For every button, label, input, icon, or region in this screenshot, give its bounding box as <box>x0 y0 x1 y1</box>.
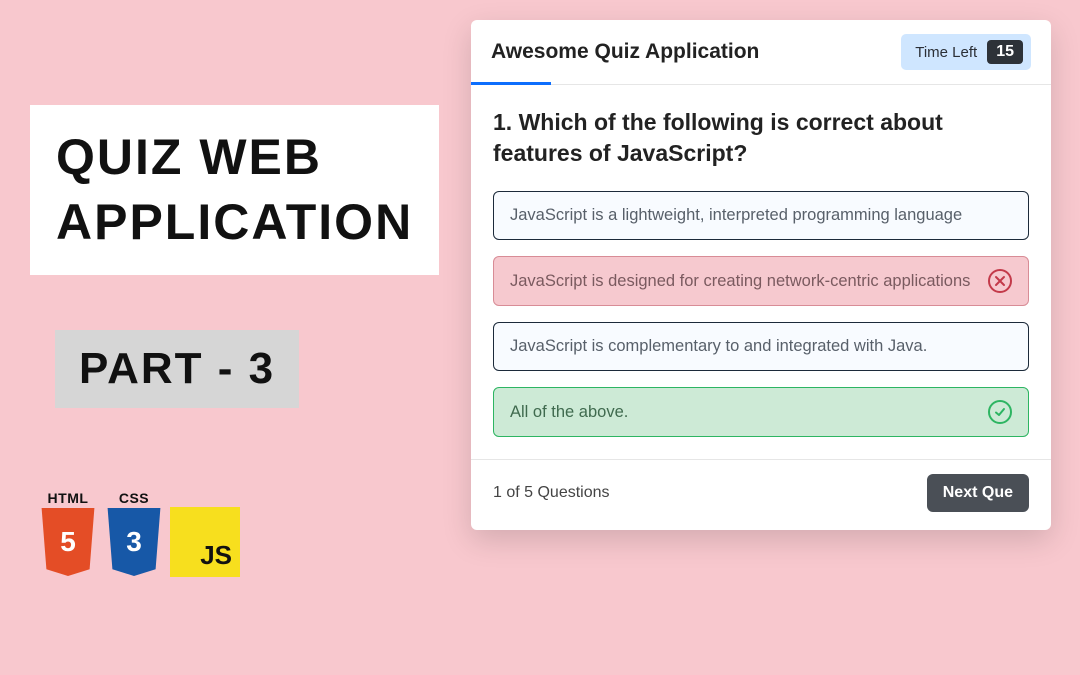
quiz-option[interactable]: JavaScript is complementary to and integ… <box>493 322 1029 371</box>
option-text: All of the above. <box>510 401 628 424</box>
option-text: JavaScript is complementary to and integ… <box>510 335 927 358</box>
quiz-option[interactable]: All of the above. <box>493 387 1029 437</box>
html5-shield-icon: 5 <box>38 508 98 576</box>
quiz-footer: 1 of 5 Questions Next Que <box>471 459 1051 530</box>
timer-label: Time Left <box>915 44 977 61</box>
quiz-title: Awesome Quiz Application <box>491 40 759 64</box>
question-text: 1. Which of the following is correct abo… <box>493 107 1029 169</box>
timer-value: 15 <box>987 40 1023 64</box>
option-text: JavaScript is designed for creating netw… <box>510 270 970 293</box>
css-label: CSS <box>119 490 149 506</box>
promo-title-line-2: APPLICATION <box>56 190 413 255</box>
promo-part-badge: PART - 3 <box>55 330 299 408</box>
question-counter: 1 of 5 Questions <box>493 484 610 502</box>
css3-shield-icon: 3 <box>104 508 164 576</box>
quiz-option[interactable]: JavaScript is designed for creating netw… <box>493 256 1029 306</box>
quiz-header: Awesome Quiz Application Time Left 15 <box>471 20 1051 85</box>
css3-badge: CSS 3 <box>104 490 164 576</box>
tech-badges: HTML 5 CSS 3 JS <box>38 490 240 577</box>
html-label: HTML <box>48 490 89 506</box>
quiz-body: 1. Which of the following is correct abo… <box>471 85 1051 459</box>
option-text: JavaScript is a lightweight, interpreted… <box>510 204 962 227</box>
timer: Time Left 15 <box>901 34 1031 70</box>
promo-title-card: QUIZ WEB APPLICATION <box>30 105 439 275</box>
html5-badge: HTML 5 <box>38 490 98 576</box>
next-question-button[interactable]: Next Que <box>927 474 1029 512</box>
correct-icon <box>988 400 1012 424</box>
js-label: JS <box>200 540 232 571</box>
promo-title-line-1: QUIZ WEB <box>56 125 413 190</box>
js-badge-icon: JS <box>170 507 240 577</box>
progress-indicator <box>471 82 551 85</box>
quiz-card: Awesome Quiz Application Time Left 15 1.… <box>471 20 1051 530</box>
quiz-option[interactable]: JavaScript is a lightweight, interpreted… <box>493 191 1029 240</box>
wrong-icon <box>988 269 1012 293</box>
